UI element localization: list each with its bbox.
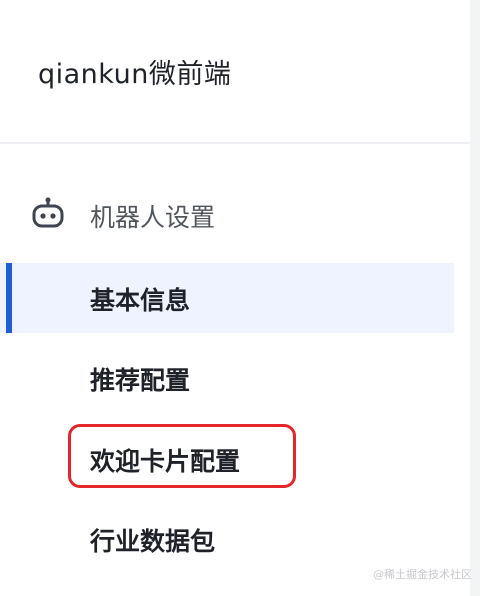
app-title: qiankun微前端 [38, 59, 232, 90]
menu-group-label: 机器人设置 [90, 203, 216, 232]
menu-item-label: 推荐配置 [90, 366, 191, 395]
sidebar-scroll-edge [470, 0, 480, 596]
watermark: @稀土掘金技术社区 [373, 568, 472, 581]
active-indicator [6, 263, 12, 333]
menu-item-label: 行业数据包 [90, 527, 216, 556]
sidebar-header: qiankun微前端 [0, 0, 470, 144]
robot-icon [32, 197, 64, 228]
menu-group-robot-settings[interactable]: 机器人设置 [0, 186, 470, 242]
highlight-annotation-box [68, 424, 296, 488]
menu-item-industry-data-pack[interactable]: 行业数据包 [0, 504, 454, 574]
menu-item-basic-info[interactable]: 基本信息 [0, 263, 454, 333]
menu-item-label: 基本信息 [90, 286, 191, 315]
menu-item-recommend-config[interactable]: 推荐配置 [0, 343, 454, 413]
sidebar: qiankun微前端 机器人设置 基本信息 推荐配置 欢迎卡片配置 行业数据包 [0, 0, 470, 596]
